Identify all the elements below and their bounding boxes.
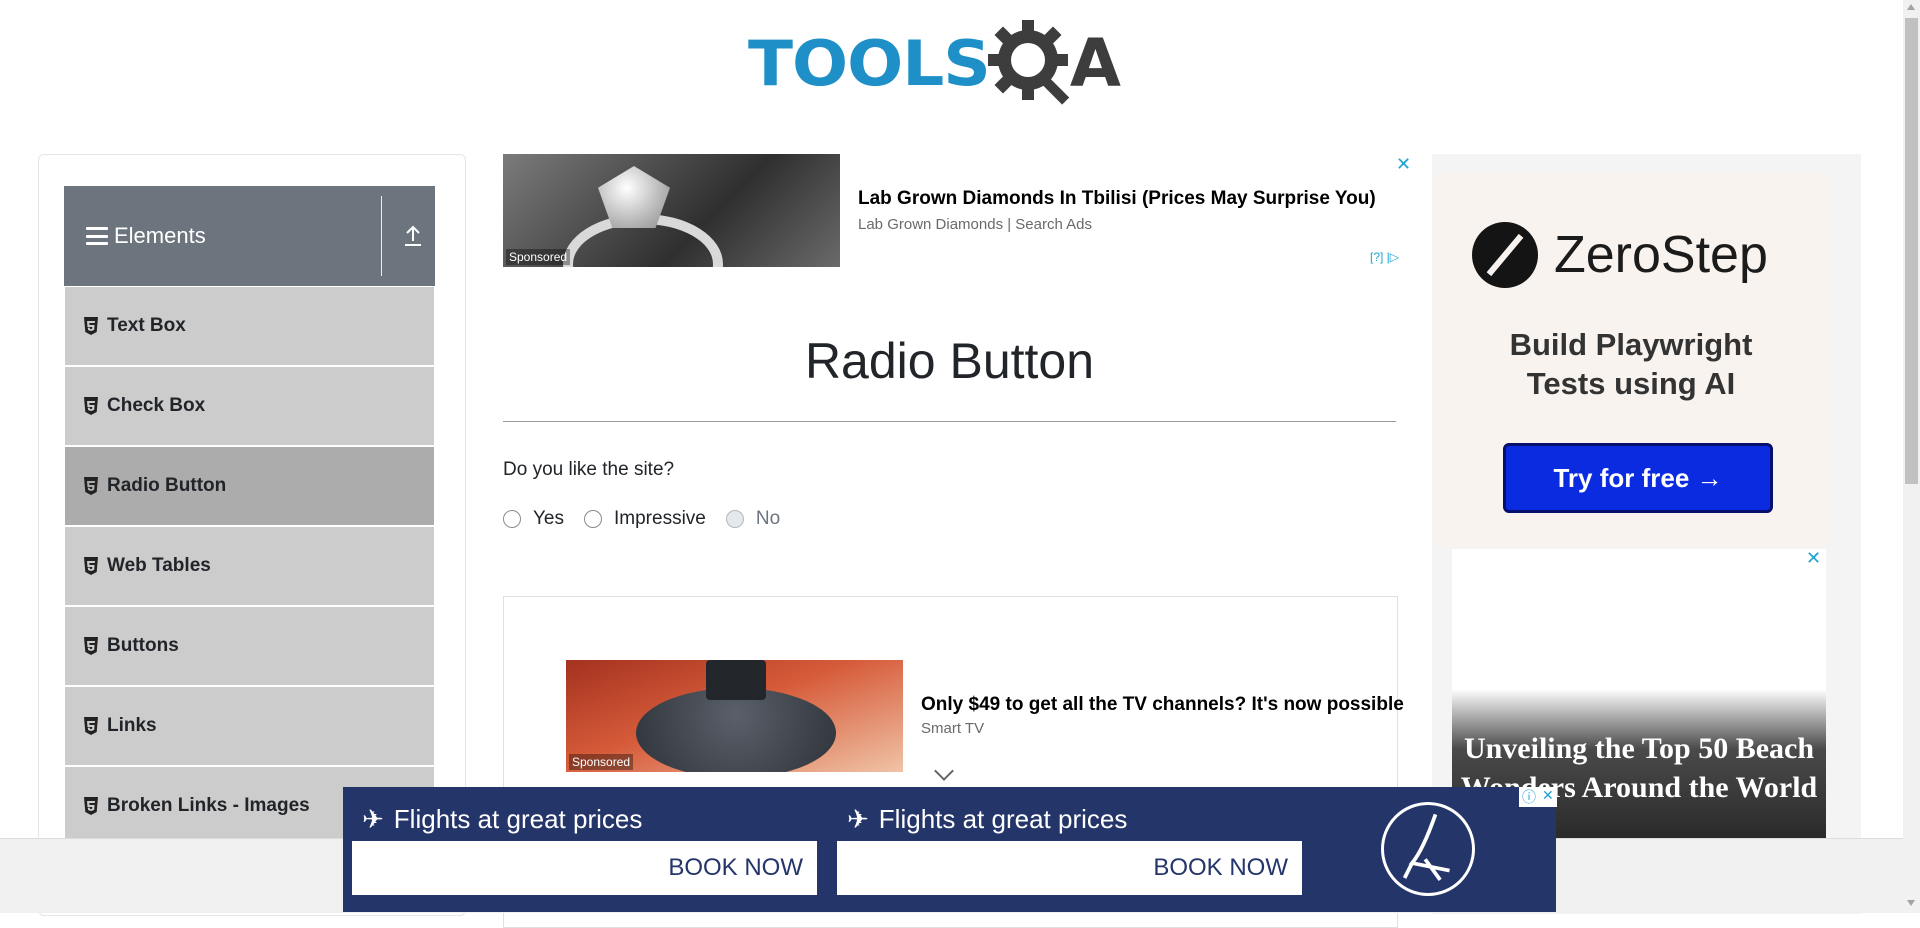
- ad-image-tv-device[interactable]: Sponsored: [566, 660, 903, 772]
- close-icon[interactable]: ✕: [1396, 154, 1411, 175]
- sidebar-item-radio-button[interactable]: Radio Button: [65, 447, 434, 527]
- gear-magnifier-icon: [987, 20, 1070, 105]
- zerostep-logo[interactable]: ZeroStep: [1472, 222, 1768, 288]
- sidebar-group-title: Elements: [114, 223, 206, 248]
- logo-text-tools: TOOLS: [748, 26, 991, 101]
- close-icon[interactable]: ✕: [1539, 787, 1557, 807]
- logo-text-a: A: [1069, 25, 1121, 102]
- html5-icon: [84, 477, 98, 495]
- page-title: Radio Button: [804, 333, 1095, 389]
- sidebar-item-label: Broken Links - Images: [107, 795, 310, 816]
- sidebar-item-label: Links: [107, 715, 157, 736]
- collapse-up-icon[interactable]: [402, 224, 424, 248]
- airline-crane-logo-icon: [1381, 802, 1475, 896]
- zerostep-mark-icon: [1472, 222, 1538, 288]
- sidebar-item-label: Check Box: [107, 395, 206, 416]
- sidebar-group-elements[interactable]: Elements: [64, 186, 435, 286]
- info-icon[interactable]: ⓘ: [1519, 787, 1539, 807]
- book-now-button[interactable]: BOOK NOW: [837, 841, 1302, 895]
- flight-card[interactable]: ✈ Flights at great prices BOOK NOW: [352, 797, 817, 903]
- zerostep-tagline-line1: Build Playwright: [1509, 327, 1753, 362]
- sidebar-item-label: Web Tables: [107, 555, 211, 576]
- radio-option-yes[interactable]: Yes: [503, 508, 564, 530]
- html5-icon: [84, 717, 98, 735]
- scroll-down-arrow-icon[interactable]: [1907, 900, 1915, 906]
- zerostep-tagline: Build Playwright Tests using AI: [1435, 325, 1827, 403]
- book-now-button[interactable]: BOOK NOW: [352, 841, 817, 895]
- adchoices-icon[interactable]: [?] |▷: [1370, 250, 1399, 264]
- radio-option-no: No: [725, 508, 781, 530]
- flight-card[interactable]: ✈ Flights at great prices BOOK NOW: [837, 797, 1302, 903]
- try-for-free-button[interactable]: Try for free →: [1503, 443, 1773, 513]
- sidebar-item-check-box[interactable]: Check Box: [65, 367, 434, 447]
- toolsqa-logo[interactable]: TOOLS A: [748, 16, 1154, 112]
- html5-icon: [84, 397, 98, 415]
- radio-label-yes[interactable]: Yes: [533, 508, 564, 530]
- sidebar-item-label: Text Box: [107, 315, 186, 336]
- radio-label-no: No: [755, 508, 781, 529]
- scrollbar-thumb[interactable]: [1905, 18, 1918, 484]
- question-label: Do you like the site?: [503, 459, 675, 480]
- content-ad-headline[interactable]: Only $49 to get all the TV channels? It'…: [921, 694, 1404, 716]
- content-ad-source: Smart TV: [921, 720, 985, 737]
- ad-controls[interactable]: ⓘ ✕: [1519, 787, 1557, 807]
- book-now-label: BOOK NOW: [668, 854, 803, 881]
- flight-heading: Flights at great prices: [393, 803, 643, 834]
- sponsored-label: Sponsored: [506, 249, 571, 265]
- zerostep-brand: ZeroStep: [1554, 226, 1768, 284]
- html5-icon: [84, 557, 98, 575]
- flight-heading: Flights at great prices: [878, 803, 1128, 834]
- airplane-icon: ✈: [847, 803, 869, 834]
- radio-input-yes[interactable]: [503, 510, 521, 528]
- top-banner-ad[interactable]: Sponsored Lab Grown Diamonds In Tbilisi …: [503, 154, 1415, 269]
- hamburger-icon: [86, 227, 108, 245]
- ad-info-link[interactable]: [?]: [1370, 250, 1383, 264]
- html5-icon: [84, 317, 98, 335]
- sidebar-item-buttons[interactable]: Buttons: [65, 607, 434, 687]
- html5-icon: [84, 637, 98, 655]
- group-header-divider: [381, 196, 382, 276]
- radio-group: Yes Impressive No: [503, 508, 800, 530]
- sponsored-label: Sponsored: [569, 754, 634, 770]
- radio-label-impressive[interactable]: Impressive: [614, 508, 706, 530]
- sidebar-item-text-box[interactable]: Text Box: [65, 287, 434, 367]
- sidebar-item-label: Buttons: [107, 635, 179, 656]
- ad-headline[interactable]: Lab Grown Diamonds In Tbilisi (Prices Ma…: [858, 188, 1376, 210]
- radio-input-no: [725, 510, 744, 528]
- ad-image-diamond-ring[interactable]: Sponsored: [503, 154, 840, 267]
- ad-source: Lab Grown Diamonds | Search Ads: [858, 216, 1093, 233]
- sidebar-item-web-tables[interactable]: Web Tables: [65, 527, 434, 607]
- close-icon[interactable]: ✕: [1806, 548, 1821, 569]
- zerostep-tagline-line2: Tests using AI: [1526, 366, 1736, 401]
- book-now-label: BOOK NOW: [1153, 854, 1288, 881]
- sidebar-item-label: Radio Button: [107, 475, 227, 496]
- bottom-flights-ad[interactable]: ✈ Flights at great prices BOOK NOW ✈ Fli…: [343, 787, 1557, 912]
- sidebar-item-links[interactable]: Links: [65, 687, 434, 767]
- scroll-up-arrow-icon[interactable]: [1907, 4, 1915, 10]
- title-divider: [503, 421, 1396, 422]
- html5-icon: [84, 797, 98, 815]
- radio-input-impressive[interactable]: [584, 510, 602, 528]
- radio-option-impressive[interactable]: Impressive: [584, 508, 706, 530]
- airplane-icon: ✈: [362, 803, 384, 834]
